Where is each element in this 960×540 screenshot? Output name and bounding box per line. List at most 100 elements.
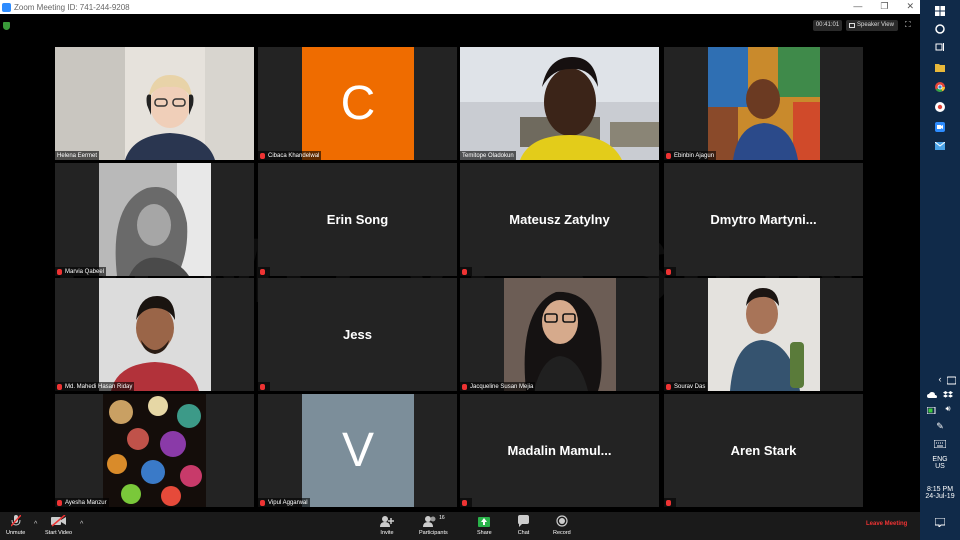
chrome-alt-icon[interactable] bbox=[934, 101, 946, 113]
muted-mic-icon bbox=[57, 268, 62, 275]
video-tile[interactable]: Ayesha Manzur bbox=[55, 394, 254, 507]
fullscreen-icon[interactable]: ⛶ bbox=[905, 21, 913, 29]
muted-indicator bbox=[258, 267, 270, 276]
zoom-app-icon bbox=[2, 2, 11, 12]
participant-video bbox=[504, 278, 616, 391]
unmute-button[interactable]: Unmute bbox=[6, 515, 25, 536]
record-icon bbox=[556, 515, 568, 527]
avatar: C bbox=[302, 47, 414, 160]
muted-indicator bbox=[460, 267, 472, 276]
region-code: US bbox=[935, 463, 945, 470]
meeting-toolbar: Unmute ^ Start Video ^ Invite 16 Partici… bbox=[0, 512, 920, 540]
keyboard-icon[interactable] bbox=[934, 438, 946, 450]
muted-indicator bbox=[664, 267, 676, 276]
volume-icon[interactable]: 🔊︎ bbox=[942, 403, 954, 415]
cortana-icon[interactable] bbox=[934, 23, 946, 35]
speaker-view-icon bbox=[849, 23, 855, 28]
mail-icon[interactable] bbox=[934, 140, 946, 152]
chrome-icon[interactable] bbox=[934, 81, 946, 93]
muted-indicator bbox=[258, 382, 270, 391]
maximize-button[interactable]: ❐ bbox=[880, 1, 888, 12]
active-speaker-tile[interactable]: Temitope Oladokun bbox=[460, 47, 659, 160]
participant-video bbox=[99, 278, 211, 391]
dropbox-icon[interactable] bbox=[942, 389, 954, 401]
language-indicator[interactable]: ENG US bbox=[920, 456, 960, 470]
avatar-tile[interactable]: V Vipul Aggarwal bbox=[258, 394, 457, 507]
participant-name-label: Marvia Qabeel bbox=[55, 267, 107, 276]
onedrive-icon[interactable] bbox=[926, 389, 938, 401]
participant-name-label: Md. Mahedi Hasan Riday bbox=[55, 382, 135, 391]
window-titlebar: Zoom Meeting ID: 741-244-9208 — ❐ ✕ bbox=[0, 0, 920, 14]
chat-button[interactable]: Chat bbox=[517, 515, 530, 536]
name-only-tile[interactable]: Dmytro Martyni... bbox=[664, 163, 863, 276]
record-button[interactable]: Record bbox=[553, 515, 571, 536]
name-only-tile[interactable]: Erin Song bbox=[258, 163, 457, 276]
participant-name-label: Ebinbin Ajagun bbox=[664, 151, 717, 160]
clock-time: 8:15 PM bbox=[926, 486, 954, 493]
video-tile[interactable]: Sourav Das bbox=[664, 278, 863, 391]
muted-mic-icon bbox=[10, 515, 21, 527]
participant-display-name: Dmytro Martyni... bbox=[710, 212, 817, 227]
invite-person-icon bbox=[380, 516, 394, 527]
muted-indicator bbox=[664, 498, 676, 507]
muted-indicator bbox=[460, 498, 472, 507]
share-screen-icon bbox=[478, 517, 491, 527]
participant-name-label: Vipul Aggarwal bbox=[258, 498, 310, 507]
participants-button[interactable]: 16 Participants bbox=[419, 515, 448, 536]
muted-mic-icon bbox=[462, 268, 467, 275]
avatar-tile[interactable]: C Cibaca Khandelwal bbox=[258, 47, 457, 160]
battery-icon[interactable] bbox=[926, 404, 938, 416]
name-only-tile[interactable]: Jess bbox=[258, 278, 457, 391]
video-tile[interactable]: Md. Mahedi Hasan Riday bbox=[55, 278, 254, 391]
audio-options-caret-icon[interactable]: ^ bbox=[34, 521, 37, 528]
meeting-gallery: 00:41:01 Speaker View ⛶ DEMO VERSION Hel… bbox=[0, 14, 920, 512]
video-tile[interactable]: Jacqueline Susan Mejia bbox=[460, 278, 659, 391]
task-view-icon[interactable] bbox=[934, 41, 946, 53]
minimize-button[interactable]: — bbox=[853, 1, 862, 12]
pen-icon[interactable]: ✎ bbox=[934, 420, 946, 432]
system-clock[interactable]: 8:15 PM 24-Jul-19 bbox=[920, 486, 960, 500]
name-only-tile[interactable]: Aren Stark bbox=[664, 394, 863, 507]
name-only-tile[interactable]: Mateusz Zatylny bbox=[460, 163, 659, 276]
video-tile[interactable]: Marvia Qabeel bbox=[55, 163, 254, 276]
participants-icon bbox=[423, 516, 436, 527]
windows-start-icon[interactable] bbox=[934, 5, 946, 17]
file-explorer-icon[interactable] bbox=[934, 61, 946, 73]
muted-mic-icon bbox=[260, 268, 265, 275]
participant-display-name: Jess bbox=[343, 327, 372, 342]
window-title: Zoom Meeting ID: 741-244-9208 bbox=[14, 2, 130, 12]
muted-mic-icon bbox=[666, 268, 671, 275]
zoom-taskbar-icon[interactable] bbox=[934, 121, 946, 133]
leave-meeting-button[interactable]: Leave Meeting bbox=[866, 521, 907, 527]
participant-name-label: Ayesha Manzur bbox=[55, 498, 109, 507]
meet-now-icon[interactable] bbox=[945, 374, 957, 386]
participant-name-label: Jacqueline Susan Mejia bbox=[460, 382, 536, 391]
muted-mic-icon bbox=[57, 383, 62, 390]
muted-mic-icon bbox=[462, 499, 467, 506]
participant-name-label: Sourav Das bbox=[664, 382, 708, 391]
video-tile[interactable]: Helena Eermet bbox=[55, 47, 254, 160]
participant-video bbox=[103, 394, 206, 507]
start-video-button[interactable]: Start Video bbox=[45, 515, 72, 536]
chat-icon bbox=[518, 515, 529, 527]
muted-mic-icon bbox=[260, 499, 265, 506]
share-button[interactable]: Share bbox=[477, 515, 492, 536]
encryption-shield-icon[interactable] bbox=[3, 22, 10, 30]
participant-name-label: Temitope Oladokun bbox=[460, 151, 516, 160]
muted-mic-icon bbox=[260, 152, 265, 159]
participant-video bbox=[708, 278, 820, 391]
participant-video bbox=[99, 163, 211, 276]
close-button[interactable]: ✕ bbox=[906, 1, 914, 12]
participants-count: 16 bbox=[439, 515, 445, 521]
clock-date: 24-Jul-19 bbox=[925, 493, 955, 500]
video-options-caret-icon[interactable]: ^ bbox=[80, 521, 83, 528]
muted-mic-icon bbox=[666, 499, 671, 506]
speaker-view-button[interactable]: Speaker View bbox=[846, 20, 898, 31]
participant-display-name: Aren Stark bbox=[730, 443, 797, 458]
windows-taskbar: ‹ 🔊︎ ✎ ENG US 8:15 PM 24-Jul-19 bbox=[920, 0, 960, 540]
participant-video bbox=[55, 47, 254, 160]
notifications-icon[interactable] bbox=[934, 516, 946, 528]
invite-button[interactable]: Invite bbox=[380, 515, 394, 536]
name-only-tile[interactable]: Madalin Mamul... bbox=[460, 394, 659, 507]
video-tile[interactable]: Ebinbin Ajagun bbox=[664, 47, 863, 160]
